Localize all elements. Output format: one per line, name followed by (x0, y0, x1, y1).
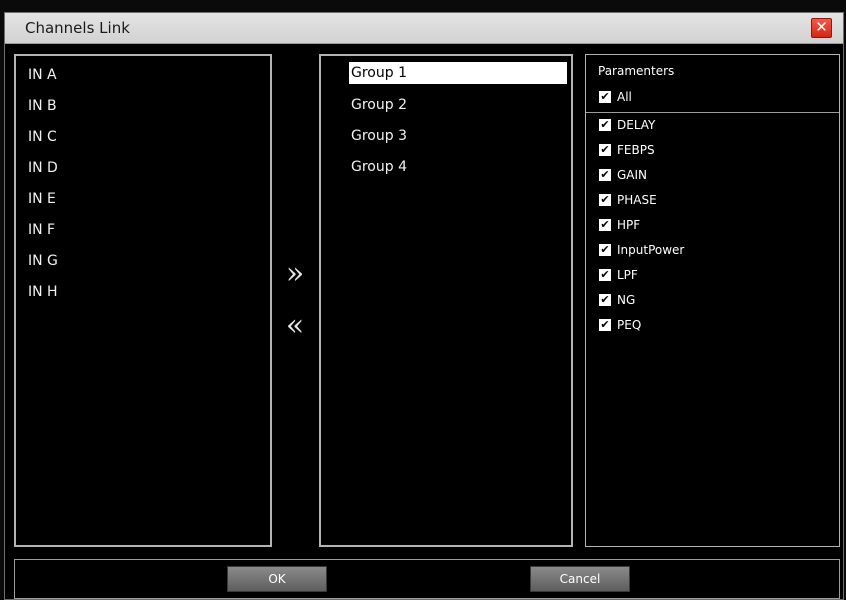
group-item[interactable]: Group 2 (349, 94, 567, 116)
parameters-header: Paramenters (598, 64, 675, 78)
checkmark-icon: ✔ (599, 243, 611, 256)
channel-item[interactable]: IN B (28, 95, 57, 117)
checkmark-icon: ✔ (599, 293, 611, 306)
channel-item[interactable]: IN E (28, 188, 56, 210)
checkbox-label: GAIN (617, 168, 648, 182)
group-item[interactable]: Group 4 (349, 156, 567, 178)
checkbox-febps[interactable]: ✔ FEBPS (599, 142, 655, 158)
checkbox-label: FEBPS (617, 143, 655, 157)
group-list[interactable]: Group 1 Group 2 Group 3 Group 4 (319, 54, 573, 547)
channel-item[interactable]: IN G (28, 250, 58, 272)
remove-from-group-button[interactable]: « (281, 311, 309, 341)
cancel-button[interactable]: Cancel (530, 566, 630, 592)
checkmark-icon: ✔ (599, 318, 611, 331)
channel-item[interactable]: IN C (28, 126, 57, 148)
checkmark-icon: ✔ (599, 143, 611, 156)
double-chevron-left-icon: « (285, 308, 305, 343)
checkbox-label: HPF (617, 218, 641, 232)
channel-item[interactable]: IN F (28, 219, 55, 241)
checkbox-hpf[interactable]: ✔ HPF (599, 217, 640, 233)
checkbox-label: PEQ (617, 318, 642, 332)
divider (586, 112, 839, 113)
group-item-selected[interactable]: Group 1 (349, 62, 567, 84)
channels-link-dialog: Channels Link ✕ IN A IN B IN C IN D IN E… (4, 12, 844, 600)
checkmark-icon: ✔ (599, 218, 611, 231)
close-icon: ✕ (815, 18, 828, 36)
checkbox-label: LPF (617, 268, 638, 282)
group-item[interactable]: Group 3 (349, 125, 567, 147)
checkmark-icon: ✔ (599, 90, 611, 103)
ok-button[interactable]: OK (227, 566, 327, 592)
parameters-panel: Paramenters ✔ All ✔ DELAY ✔ FEBPS ✔ GAIN… (585, 54, 840, 547)
checkbox-label: PHASE (617, 193, 657, 207)
checkbox-label: InputPower (617, 243, 685, 257)
checkmark-icon: ✔ (599, 168, 611, 181)
checkbox-all[interactable]: ✔ All (599, 89, 632, 105)
channel-item[interactable]: IN A (28, 64, 57, 86)
checkmark-icon: ✔ (599, 193, 611, 206)
checkbox-label: All (617, 90, 632, 104)
add-to-group-button[interactable]: » (281, 259, 309, 289)
checkmark-icon: ✔ (599, 118, 611, 131)
checkbox-delay[interactable]: ✔ DELAY (599, 117, 655, 133)
checkbox-phase[interactable]: ✔ PHASE (599, 192, 657, 208)
checkbox-gain[interactable]: ✔ GAIN (599, 167, 647, 183)
channel-item[interactable]: IN D (28, 157, 58, 179)
channel-item[interactable]: IN H (28, 281, 58, 303)
checkbox-inputpower[interactable]: ✔ InputPower (599, 242, 684, 258)
checkbox-peq[interactable]: ✔ PEQ (599, 317, 641, 333)
close-button[interactable]: ✕ (811, 18, 832, 38)
channel-list[interactable]: IN A IN B IN C IN D IN E IN F IN G IN H (14, 54, 272, 547)
checkmark-icon: ✔ (599, 268, 611, 281)
double-chevron-right-icon: » (285, 256, 305, 291)
checkbox-label: DELAY (617, 118, 656, 132)
title-bar[interactable]: Channels Link ✕ (5, 13, 843, 44)
checkbox-label: NG (617, 293, 636, 307)
window-title: Channels Link (25, 19, 130, 37)
checkbox-lpf[interactable]: ✔ LPF (599, 267, 638, 283)
checkbox-ng[interactable]: ✔ NG (599, 292, 635, 308)
dialog-footer: OK Cancel (14, 559, 840, 599)
